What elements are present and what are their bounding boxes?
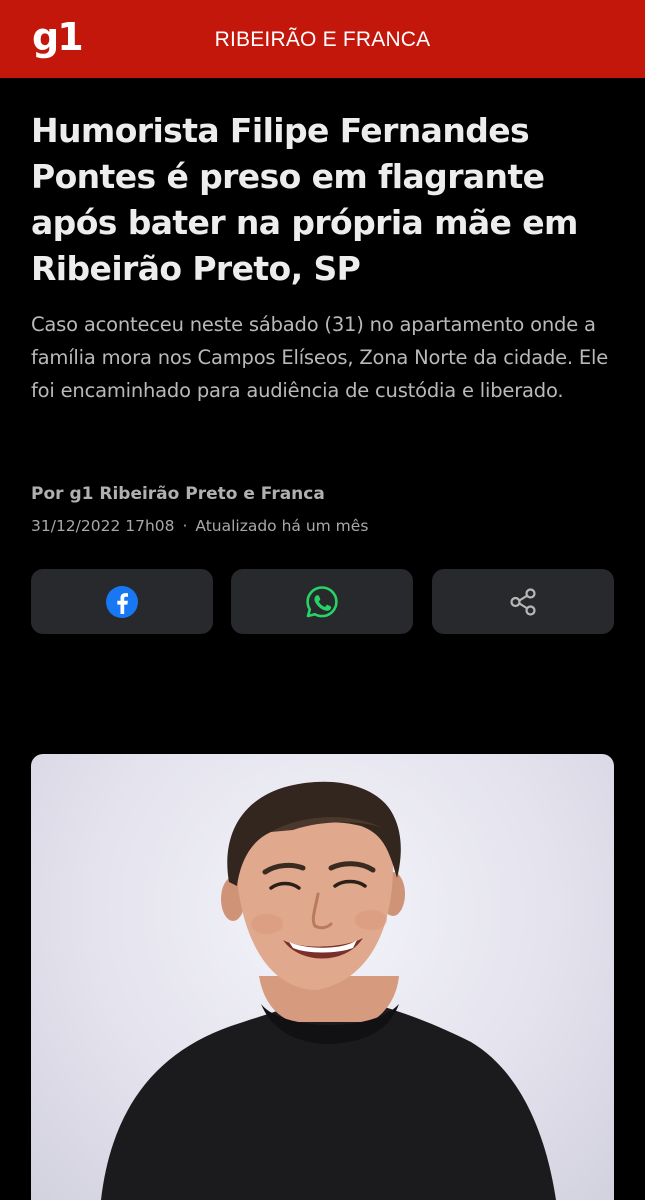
article-photo[interactable] — [31, 754, 614, 1200]
byline: Por g1 Ribeirão Preto e Franca — [31, 484, 325, 504]
article-subtitle: Caso aconteceu neste sábado (31) no apar… — [31, 313, 609, 402]
published-date: 31/12/2022 17h08 — [31, 517, 175, 535]
updated-time: Atualizado há um mês — [195, 517, 369, 535]
section-name[interactable]: RIBEIRÃO E FRANCA — [0, 27, 645, 53]
facebook-icon — [106, 585, 138, 618]
top-bar: g1 RIBEIRÃO E FRANCA — [0, 0, 645, 78]
date-separator: · — [182, 517, 188, 535]
whatsapp-icon — [306, 585, 338, 617]
headline: Humorista Filipe Fernandes Pontes é pres… — [31, 111, 578, 288]
dateline: 31/12/2022 17h08 · Atualizado há um mês — [31, 515, 368, 537]
portrait-illustration — [101, 781, 556, 1200]
facebook-share-button[interactable] — [31, 569, 213, 634]
share-button[interactable] — [432, 569, 614, 634]
share-icon — [510, 587, 536, 616]
whatsapp-share-button[interactable] — [231, 569, 413, 634]
article-header: Humorista Filipe Fernandes Pontes é pres… — [31, 108, 621, 407]
